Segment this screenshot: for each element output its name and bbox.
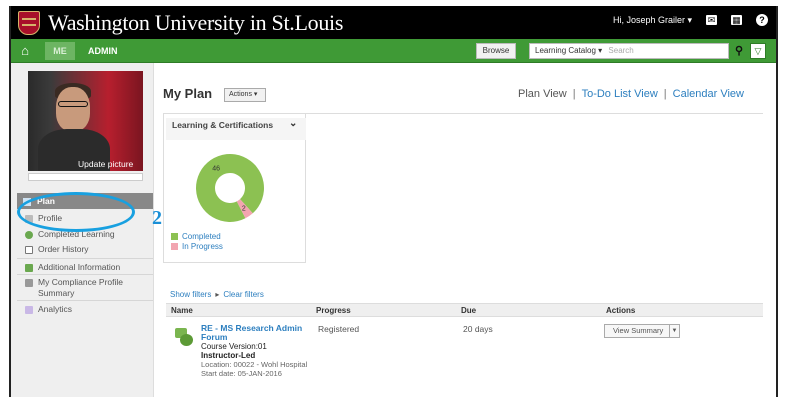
calendar-icon[interactable]: ▦: [731, 15, 742, 25]
search-icon[interactable]: ⚲: [732, 43, 746, 59]
donut-slice-completed[interactable]: [196, 154, 264, 222]
row-progress: Registered: [318, 324, 360, 334]
mail-icon[interactable]: ✉: [706, 15, 717, 25]
help-icon[interactable]: ?: [756, 14, 768, 26]
browse-button[interactable]: Browse: [476, 43, 516, 59]
table-header: Name Progress Due Actions: [166, 303, 763, 317]
panel-title: Learning & Certifications: [166, 118, 306, 140]
user-menu[interactable]: Hi, Joseph Grailer ▾: [613, 15, 692, 26]
order-icon: [25, 245, 33, 254]
avatar[interactable]: Update picture: [28, 71, 143, 171]
filter-links: Show filters ▸ Clear filters: [170, 290, 264, 299]
page-title: My Plan: [163, 86, 213, 101]
sidebar-item-additional-information[interactable]: Additional Information: [25, 262, 153, 273]
chart-legend: Completed In Progress: [171, 232, 223, 252]
search-placeholder: Search: [608, 46, 634, 55]
course-meta: Course Version:01 Instructor-Led Locatio…: [201, 342, 308, 378]
legend-in-progress[interactable]: In Progress: [171, 242, 223, 252]
chevron-down-icon[interactable]: ⌄: [289, 118, 297, 129]
update-picture-link[interactable]: Update picture: [78, 159, 133, 169]
completed-icon: [25, 230, 33, 239]
donut-label-in-progress: 2: [242, 206, 246, 213]
catalog-dropdown[interactable]: Learning Catalog ▾: [535, 46, 602, 55]
main-nav: ⌂ ME ADMIN Browse Learning Catalog ▾ Sea…: [11, 39, 776, 63]
donut-label-completed: 46: [212, 165, 220, 172]
top-header: Washington University in St.Louis Hi, Jo…: [11, 6, 776, 39]
university-title: Washington University in St.Louis: [48, 9, 344, 35]
learning-donut-chart: 46 2: [196, 154, 264, 222]
col-due[interactable]: Due: [461, 306, 476, 315]
todo-list-view-link[interactable]: To-Do List View: [582, 88, 658, 100]
view-summary-button[interactable]: View Summary ▼: [604, 324, 680, 338]
col-progress[interactable]: Progress: [316, 306, 351, 315]
chevron-down-icon[interactable]: ▼: [669, 325, 679, 337]
annotation-circle: [17, 192, 135, 232]
legend-completed[interactable]: Completed: [171, 232, 223, 242]
view-switcher: Plan View | To-Do List View | Calendar View: [518, 88, 744, 100]
course-title-link[interactable]: RE - MS Research Admin Forum: [201, 324, 311, 342]
plan-view-link[interactable]: Plan View: [518, 88, 567, 100]
sidebar-item-compliance-summary[interactable]: My Compliance Profile Summary: [25, 277, 153, 299]
filter-icon[interactable]: ▽: [750, 43, 766, 59]
col-name[interactable]: Name: [171, 306, 193, 315]
tab-admin[interactable]: ADMIN: [88, 42, 118, 60]
actions-button[interactable]: Actions ▾: [224, 88, 266, 102]
col-actions: Actions: [606, 306, 636, 315]
tab-me[interactable]: ME: [45, 42, 75, 60]
calendar-view-link[interactable]: Calendar View: [673, 88, 744, 100]
sidebar-item-analytics[interactable]: Analytics: [25, 304, 153, 315]
photo-caption-bar: [28, 173, 143, 181]
compliance-icon: [25, 278, 33, 287]
annotation-number: 2: [152, 207, 162, 229]
plus-icon: [25, 263, 33, 272]
clear-filters-link[interactable]: Clear filters: [223, 290, 263, 299]
home-icon[interactable]: ⌂: [17, 43, 33, 58]
sidebar-item-order-history[interactable]: Order History: [25, 244, 153, 255]
row-due: 20 days: [463, 324, 493, 334]
search-input[interactable]: Learning Catalog ▾ Search: [529, 43, 729, 59]
university-shield-icon: [18, 10, 40, 35]
plan-content-area: [305, 113, 763, 278]
course-icon: [175, 328, 193, 346]
user-area: Hi, Joseph Grailer ▾ ✉ ▦ ?: [613, 14, 768, 26]
show-filters-link[interactable]: Show filters: [170, 290, 211, 299]
analytics-icon: [25, 305, 33, 314]
